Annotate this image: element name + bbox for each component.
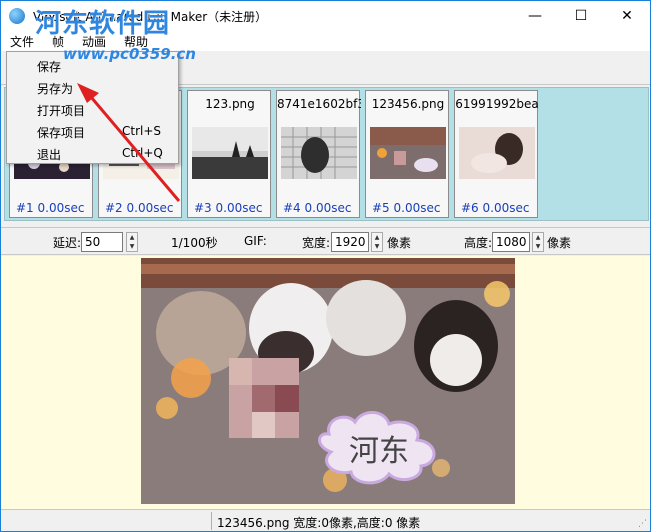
watermark-url: www.pc0359.cn <box>63 45 196 63</box>
status-text: 123456.png 宽度:0像素,高度:0 像素 <box>217 516 421 530</box>
height-input[interactable] <box>492 232 530 252</box>
frame-name: 123456.png <box>371 97 445 111</box>
menu-item-label: 另存为 <box>37 82 74 96</box>
frame-delay: #5 0.00sec <box>372 201 441 215</box>
width-label: 宽度: <box>302 236 331 250</box>
height-label: 高度: <box>464 236 493 250</box>
menu-item-save-as[interactable]: 另存为 <box>7 76 178 98</box>
status-bar: 123456.png 宽度:0像素,高度:0 像素 ⋰ <box>1 509 650 531</box>
frame-thumbnail <box>459 127 535 179</box>
frame-delay: #3 0.00sec <box>194 201 263 215</box>
resize-grip-icon[interactable]: ⋰ <box>638 519 647 529</box>
frame-card[interactable]: 61991992bea #6 0.00sec <box>454 90 539 218</box>
app-window: Vibosoft Animated GIF Maker（未注册） — ☐ ✕ 文… <box>0 0 651 532</box>
window-controls: — ☐ ✕ <box>512 1 650 31</box>
menu-item-exit[interactable]: 退出 Ctrl+Q <box>7 142 178 164</box>
delay-spinner[interactable]: ▲ ▼ <box>126 232 138 252</box>
frame-name: 123.png <box>205 97 255 111</box>
menu-item-label: 保存 <box>37 60 62 74</box>
frame-thumbnail <box>281 127 357 179</box>
delay-label: 延迟: <box>53 236 82 250</box>
menu-item-shortcut: Ctrl+Q <box>122 146 163 160</box>
close-button[interactable]: ✕ <box>604 1 650 31</box>
frame-name: 61991992bea <box>455 97 539 111</box>
app-logo-icon <box>9 8 25 24</box>
frame-name: 8741e1602bf3 <box>277 97 361 111</box>
minimize-button[interactable]: — <box>512 1 558 31</box>
delay-input[interactable] <box>81 232 123 252</box>
frame-card[interactable]: 8741e1602bf3 #4 0.00sec <box>276 90 361 218</box>
width-unit: 像素 <box>387 236 412 250</box>
frame-thumbnail <box>370 127 446 179</box>
frame-delay: #6 0.00sec <box>461 201 530 215</box>
preview-panel: 河东 <box>1 256 650 509</box>
preview-image: 河东 <box>141 258 515 504</box>
height-unit: 像素 <box>547 236 572 250</box>
height-spinner[interactable]: ▲ ▼ <box>532 232 544 252</box>
frame-card[interactable]: 123.png #3 0.00sec <box>187 90 271 218</box>
file-menu-dropdown: 保存 另存为 打开项目 保存项目 Ctrl+S 退出 Ctrl+Q <box>6 51 179 164</box>
status-divider <box>211 512 212 530</box>
frame-delay: #2 0.00sec <box>105 201 174 215</box>
frame-card[interactable]: 123456.png #5 0.00sec <box>365 90 449 218</box>
preview-overlay-text: 河东 <box>349 434 409 469</box>
frame-delay: #1 0.00sec <box>16 201 85 215</box>
watermark-logo-text: 河东软件园 <box>35 9 171 39</box>
menu-item-label: 保存项目 <box>37 126 86 140</box>
menu-item-label: 打开项目 <box>37 104 86 118</box>
frame-delay: #4 0.00sec <box>283 201 352 215</box>
maximize-button[interactable]: ☐ <box>558 1 604 31</box>
width-input[interactable] <box>331 232 369 252</box>
menu-item-save-project[interactable]: 保存项目 Ctrl+S <box>7 120 178 142</box>
delay-unit: 1/100秒 <box>171 236 218 250</box>
menu-item-label: 退出 <box>37 148 62 162</box>
settings-bar: 延迟: ▲▼ 1/100秒 GIF: 宽度: ▲▼ 像素 高度: ▲▼ 像素 <box>1 227 650 255</box>
gif-label: GIF: <box>244 234 267 248</box>
menu-item-shortcut: Ctrl+S <box>122 124 162 138</box>
width-spinner[interactable]: ▲ ▼ <box>371 232 383 252</box>
menu-item-open-project[interactable]: 打开项目 <box>7 98 178 120</box>
frame-thumbnail <box>192 127 268 179</box>
